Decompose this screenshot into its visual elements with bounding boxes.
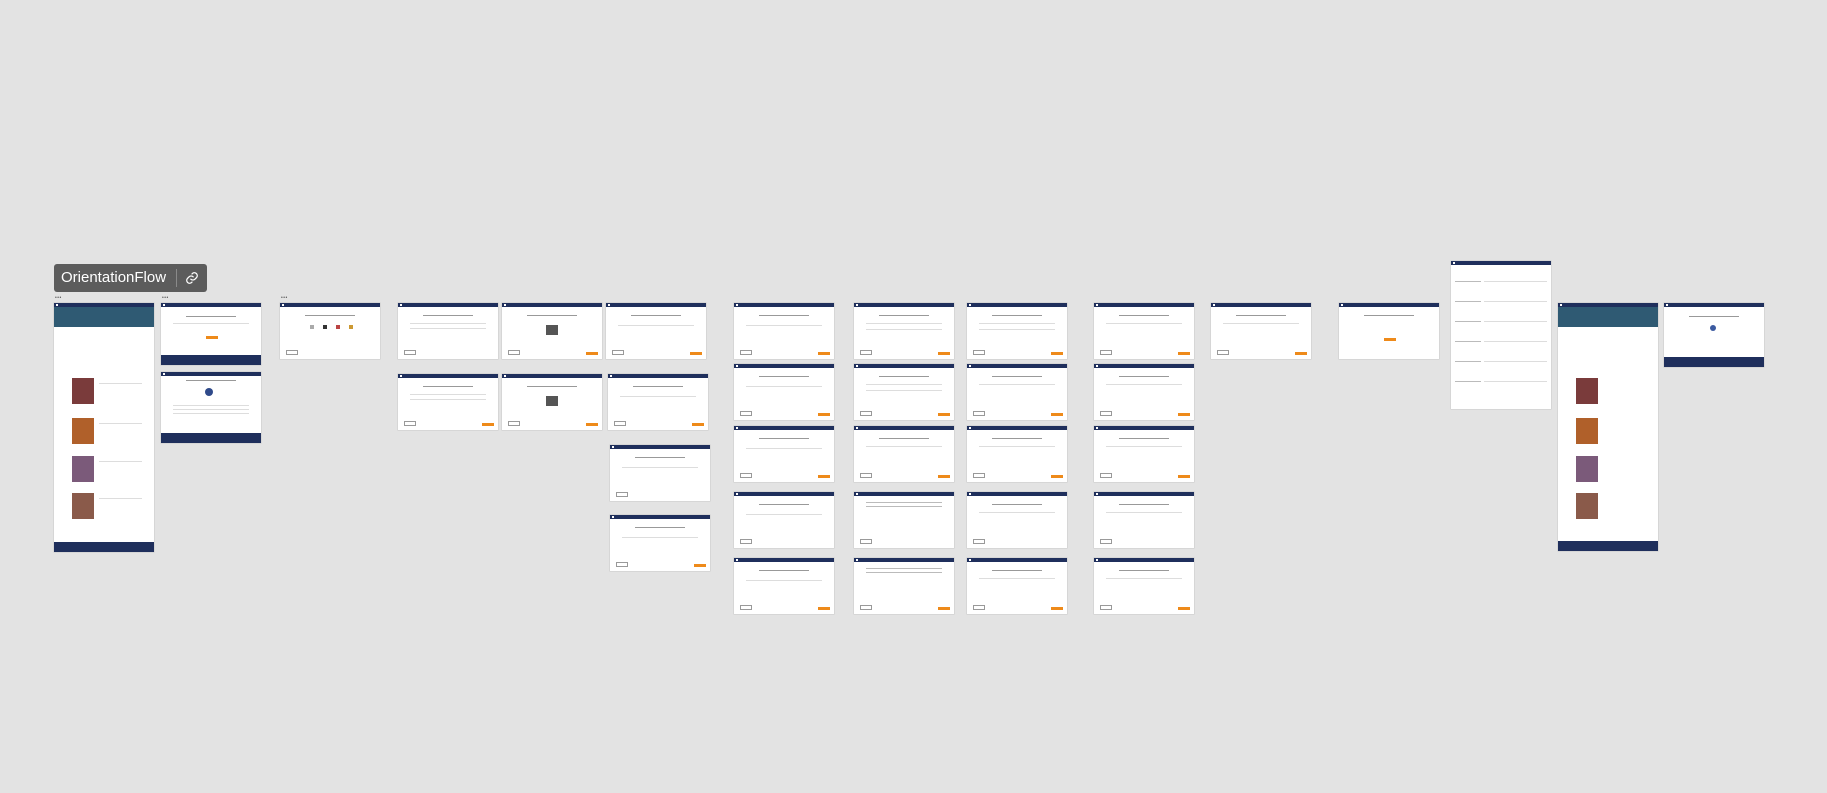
frame-complete[interactable]: [1339, 303, 1439, 359]
frame-welcome[interactable]: [161, 303, 261, 365]
frame-quiz[interactable]: [734, 303, 834, 359]
frame-info[interactable]: [854, 426, 954, 482]
frame-info[interactable]: [967, 492, 1067, 548]
frame-welcome[interactable]: [1664, 303, 1764, 367]
frame-info[interactable]: [854, 364, 954, 420]
frame-info[interactable]: [967, 426, 1067, 482]
frame-summary[interactable]: [1211, 303, 1311, 359]
frame-quiz[interactable]: [734, 558, 834, 614]
link-icon[interactable]: [177, 264, 207, 292]
frame-info[interactable]: [967, 364, 1067, 420]
flow-name-label[interactable]: OrientationFlow: [54, 264, 208, 292]
frame-info[interactable]: [1094, 492, 1194, 548]
frame-landing[interactable]: [1558, 303, 1658, 551]
frame-menu-icon[interactable]: •••: [55, 296, 62, 301]
frame-quiz[interactable]: [734, 492, 834, 548]
frame-info[interactable]: [967, 303, 1067, 359]
frame-menu-icon[interactable]: •••: [281, 296, 288, 301]
frame-info[interactable]: [1094, 426, 1194, 482]
frame-video[interactable]: [502, 303, 602, 359]
frame-step[interactable]: [610, 515, 710, 571]
frame-step[interactable]: [608, 374, 708, 430]
frame-select[interactable]: [280, 303, 380, 359]
flow-name[interactable]: OrientationFlow: [54, 264, 176, 292]
frame-info[interactable]: [854, 558, 954, 614]
frame-menu-icon[interactable]: •••: [162, 296, 169, 301]
frame-step[interactable]: [398, 374, 498, 430]
frame-step[interactable]: [398, 303, 498, 359]
frame-overview[interactable]: [161, 372, 261, 443]
frame-info[interactable]: [854, 492, 954, 548]
frame-info[interactable]: [1094, 558, 1194, 614]
frame-step[interactable]: [606, 303, 706, 359]
frame-quiz[interactable]: [734, 364, 834, 420]
frame-landing[interactable]: [54, 303, 154, 552]
frame-step[interactable]: [610, 445, 710, 501]
frame-quiz[interactable]: [734, 426, 834, 482]
frame-video[interactable]: [502, 374, 602, 430]
frame-info[interactable]: [1094, 364, 1194, 420]
frame-document[interactable]: [1451, 261, 1551, 409]
frame-info[interactable]: [967, 558, 1067, 614]
frame-info[interactable]: [854, 303, 954, 359]
frame-info[interactable]: [1094, 303, 1194, 359]
